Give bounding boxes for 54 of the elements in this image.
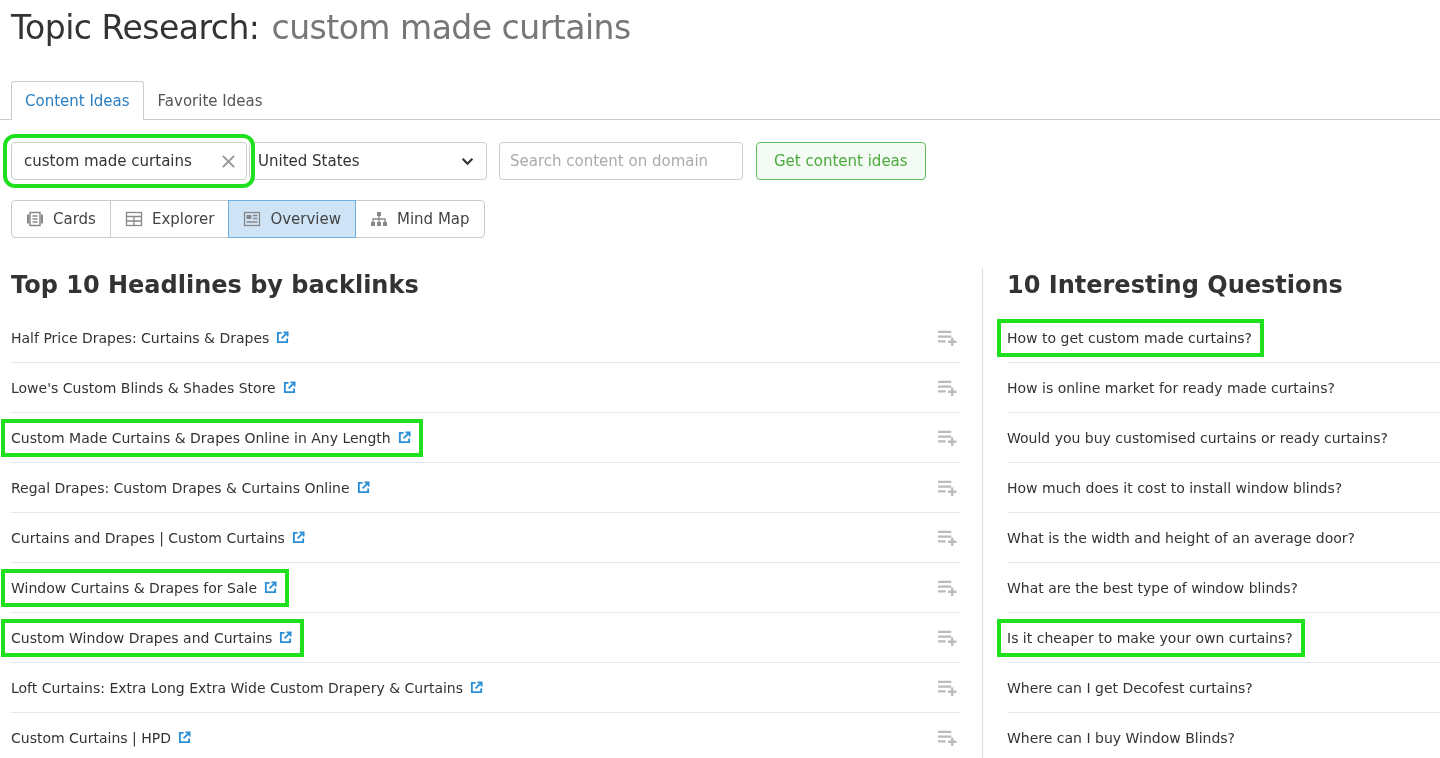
view-button[interactable]: Overview	[228, 200, 356, 238]
add-to-list-icon[interactable]	[937, 479, 958, 496]
external-link-icon[interactable]	[291, 531, 305, 544]
add-to-list-icon[interactable]	[937, 629, 958, 646]
cards-icon	[26, 211, 44, 227]
view-button[interactable]: Cards	[11, 200, 111, 238]
tab[interactable]: Content Ideas	[11, 81, 144, 120]
add-to-list-icon[interactable]	[937, 379, 958, 396]
clear-icon[interactable]	[221, 153, 236, 169]
question-text: How is online market for ready made curtains?	[1006, 378, 1336, 398]
view-button[interactable]: Explorer	[109, 200, 230, 238]
external-link-icon[interactable]	[356, 481, 370, 494]
headline-link[interactable]: Custom Made Curtains & Drapes Online in Any Length	[1, 418, 423, 457]
add-to-list-icon[interactable]	[937, 679, 958, 696]
external-link-icon[interactable]	[470, 681, 484, 694]
headline-link[interactable]: Loft Curtains: Extra Long Extra Wide Custom Drapery & Curtains	[1, 668, 496, 707]
external-link-icon[interactable]	[264, 581, 278, 594]
external-link-icon[interactable]	[282, 381, 296, 394]
page-title: Topic Research:	[11, 8, 260, 47]
add-to-list-icon[interactable]	[937, 729, 958, 746]
headline-link[interactable]: Lowe's Custom Blinds & Shades Store	[1, 368, 308, 407]
headline-link[interactable]: Curtains and Drapes | Custom Curtains	[1, 518, 317, 557]
question-text: What are the best type of window blinds?	[1006, 578, 1299, 598]
external-link-icon[interactable]	[276, 331, 290, 344]
question-text: Would you buy customised curtains or ready curtains?	[1006, 428, 1389, 448]
view-button[interactable]: Mind Map	[355, 200, 485, 238]
document-icon	[243, 211, 262, 227]
external-link-icon[interactable]	[279, 631, 293, 644]
question-text: Where can I buy Window Blinds?	[1006, 728, 1237, 748]
topic-name: custom made curtains	[271, 8, 631, 47]
question-text: How much does it cost to install window blinds?	[1006, 478, 1344, 498]
headline-link[interactable]: Window Curtains & Drapes for Sale	[1, 568, 290, 607]
headline-link[interactable]: Half Price Drapes: Curtains & Drapes	[1, 318, 302, 357]
question-text: How to get custom made curtains?	[997, 318, 1264, 357]
external-link-icon[interactable]	[178, 731, 191, 744]
section-heading: 10 Interesting Questions	[1007, 270, 1344, 301]
country-select[interactable]: United States	[249, 142, 487, 180]
add-to-list-icon[interactable]	[937, 579, 958, 596]
headline-link[interactable]: Custom Curtains | HPD	[1, 718, 203, 757]
external-link-icon[interactable]	[397, 431, 411, 444]
domain-search-field[interactable]: Search content on domain	[499, 142, 743, 180]
headline-link[interactable]: Regal Drapes: Custom Drapes & Curtains Online	[1, 468, 382, 507]
section-heading: Top 10 Headlines by backlinks	[11, 270, 420, 301]
tab[interactable]: Favorite Ideas	[143, 81, 277, 120]
hierarchy-icon	[370, 211, 388, 227]
headline-link[interactable]: Custom Window Drapes and Curtains	[1, 618, 305, 657]
add-to-list-icon[interactable]	[937, 529, 958, 546]
question-text: What is the width and height of an average door?	[1006, 528, 1356, 548]
chevron-down-icon	[461, 156, 474, 166]
add-to-list-icon[interactable]	[937, 429, 958, 446]
question-text: Where can I get Decofest curtains?	[1006, 678, 1254, 698]
question-text: Is it cheaper to make your own curtains?	[997, 618, 1305, 657]
table-icon	[124, 211, 143, 227]
add-to-list-icon[interactable]	[937, 329, 958, 346]
